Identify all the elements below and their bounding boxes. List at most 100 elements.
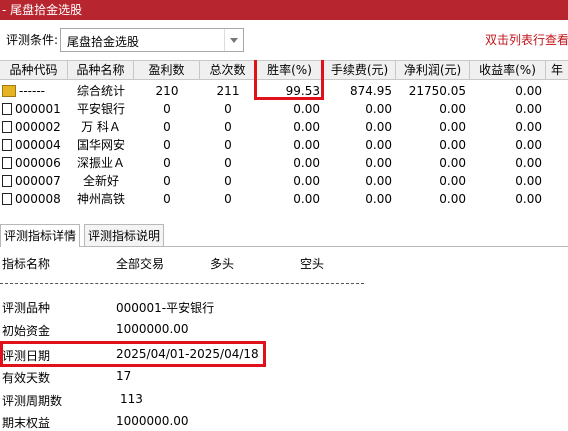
row-winrate: 0.00: [293, 156, 320, 170]
metric-label: 期末权益: [2, 416, 51, 430]
row-yield: 0.00: [515, 174, 542, 188]
file-icon: [2, 193, 12, 205]
row-total: 0: [224, 138, 232, 152]
row-total: 0: [224, 192, 232, 206]
window-title: - 尾盘拾金选股: [2, 3, 83, 17]
row-yield: 0.00: [515, 84, 542, 98]
metric-value: 1000000.00: [116, 322, 189, 336]
table-row[interactable]: 000006 深振业Ａ 0 0 0.00 0.00 0.00 0.00: [0, 154, 568, 172]
row-fee: 0.00: [365, 120, 392, 134]
row-winrate: 0.00: [293, 174, 320, 188]
row-fee: 0.00: [365, 102, 392, 116]
table-row[interactable]: 000001 平安银行 0 0 0.00 0.00 0.00 0.00: [0, 100, 568, 118]
row-net-profit: 21750.05: [408, 84, 466, 98]
row-profit: 0: [163, 120, 171, 134]
tab-metrics-detail[interactable]: 评测指标详情: [0, 224, 81, 247]
metric-label: 初始资金: [2, 324, 51, 338]
header-short: 空头: [300, 257, 325, 271]
row-code: 000008: [15, 192, 61, 206]
winrate-highlight-box: [254, 60, 324, 100]
row-yield: 0.00: [515, 192, 542, 206]
file-icon: [2, 121, 12, 133]
col-header-fee[interactable]: 手续费(元): [324, 61, 396, 79]
condition-label: 评测条件:: [6, 33, 59, 47]
row-net-profit: 0.00: [439, 156, 466, 170]
row-profit: 0: [163, 138, 171, 152]
row-fee: 874.95: [350, 84, 392, 98]
row-fee: 0.00: [365, 174, 392, 188]
row-profit: 0: [163, 192, 171, 206]
tab-metrics-description[interactable]: 评测指标说明: [84, 224, 165, 246]
double-click-hint: 双击列表行查看: [485, 33, 568, 47]
metric-value: 000001-平安银行: [116, 301, 215, 315]
table-row[interactable]: 000004 国华网安 0 0 0.00 0.00 0.00 0.00: [0, 136, 568, 154]
col-header-code[interactable]: 品种代码: [0, 61, 68, 79]
header-metric-name: 指标名称: [2, 257, 51, 271]
metric-value: 17: [116, 369, 132, 383]
row-name: 深振业Ａ: [76, 156, 125, 170]
row-name: 国华网安: [76, 138, 125, 152]
col-header-annual[interactable]: 年: [546, 61, 568, 79]
metrics-detail-panel: 指标名称 全部交易 多头 空头 评测品种 000001-平安银行 初始资金 10…: [0, 247, 568, 431]
row-winrate: 0.00: [293, 138, 320, 152]
row-profit: 0: [163, 174, 171, 188]
row-code: 000002: [15, 120, 61, 134]
file-icon: [2, 175, 12, 187]
row-net-profit: 0.00: [439, 120, 466, 134]
table-row[interactable]: 000007 全新好 0 0 0.00 0.00 0.00 0.00: [0, 172, 568, 190]
col-header-yield[interactable]: 收益率(%): [470, 61, 546, 79]
row-name: 全新好: [82, 174, 119, 188]
row-name: 神州高铁: [76, 192, 125, 206]
row-winrate: 0.00: [293, 192, 320, 206]
row-profit: 0: [163, 102, 171, 116]
col-header-total[interactable]: 总次数: [200, 61, 256, 79]
metric-label: 有效天数: [2, 371, 51, 385]
divider: [0, 283, 364, 284]
row-profit: 0: [163, 156, 171, 170]
row-total: 0: [224, 102, 232, 116]
row-net-profit: 0.00: [439, 174, 466, 188]
row-name: 综合统计: [76, 84, 125, 98]
detail-tabs: 评测指标详情 评测指标说明: [0, 222, 568, 247]
row-yield: 0.00: [515, 102, 542, 116]
condition-select[interactable]: 尾盘拾金选股: [60, 28, 244, 52]
row-name: 平安银行: [76, 102, 125, 116]
table-row[interactable]: 000008 神州高铁 0 0 0.00 0.00 0.00 0.00: [0, 190, 568, 208]
header-all-trades: 全部交易: [116, 257, 165, 271]
row-yield: 0.00: [515, 138, 542, 152]
header-long: 多头: [210, 257, 235, 271]
results-table: 品种代码 品种名称 盈利数 总次数 胜率(%) 手续费(元) 净利润(元) 收益…: [0, 60, 568, 213]
condition-row: 评测条件: 尾盘拾金选股 双击列表行查看: [0, 22, 568, 58]
row-fee: 0.00: [365, 138, 392, 152]
row-winrate: 0.00: [293, 120, 320, 134]
metric-label: 评测品种: [2, 301, 51, 315]
row-total: 0: [224, 174, 232, 188]
date-highlight-box: [0, 341, 266, 367]
row-code: 000006: [15, 156, 61, 170]
metric-label: 评测周期数: [2, 394, 63, 408]
row-name: 万 科Ａ: [81, 120, 121, 134]
row-total: 0: [224, 156, 232, 170]
row-winrate: 0.00: [293, 102, 320, 116]
metric-value: 1000000.00: [116, 414, 189, 428]
table-row[interactable]: 000002 万 科Ａ 0 0 0.00 0.00 0.00 0.00: [0, 118, 568, 136]
row-code: ------: [19, 84, 45, 98]
file-icon: [2, 157, 12, 169]
row-code: 000007: [15, 174, 61, 188]
row-yield: 0.00: [515, 120, 542, 134]
col-header-net-profit[interactable]: 净利润(元): [396, 61, 470, 79]
window-title-bar: - 尾盘拾金选股: [0, 0, 568, 20]
col-header-name[interactable]: 品种名称: [68, 61, 134, 79]
row-total: 0: [224, 120, 232, 134]
summary-icon: [2, 85, 16, 97]
condition-select-value: 尾盘拾金选股: [67, 35, 140, 49]
row-fee: 0.00: [365, 192, 392, 206]
chevron-down-icon[interactable]: [224, 29, 243, 51]
row-yield: 0.00: [515, 156, 542, 170]
file-icon: [2, 139, 12, 151]
row-fee: 0.00: [365, 156, 392, 170]
file-icon: [2, 103, 12, 115]
row-net-profit: 0.00: [439, 192, 466, 206]
row-profit: 210: [155, 84, 179, 98]
col-header-profit[interactable]: 盈利数: [134, 61, 200, 79]
